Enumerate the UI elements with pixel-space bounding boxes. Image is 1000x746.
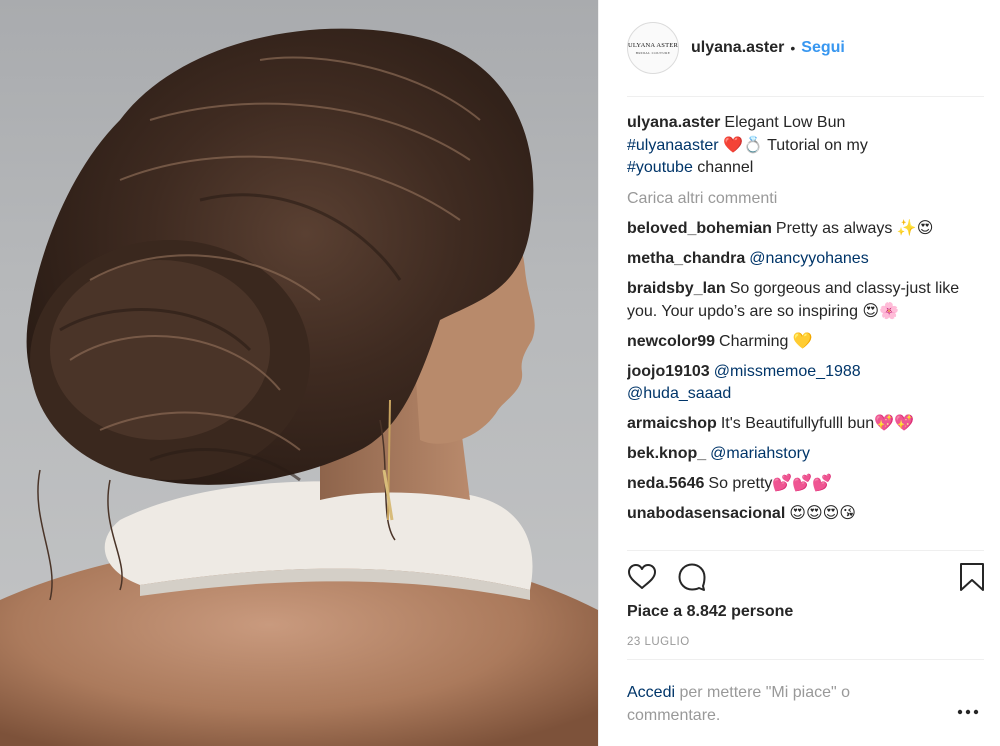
comment-item: bek.knop_ @mariahstory <box>627 443 987 466</box>
comment-username[interactable]: braidsby_lan <box>627 280 726 297</box>
comment-username[interactable]: neda.5646 <box>627 475 704 492</box>
caption-username[interactable]: ulyana.aster <box>627 114 720 131</box>
comments-divider <box>627 550 984 551</box>
login-prompt: Accedi per mettere "Mi piace" o commenta… <box>627 681 927 727</box>
caption-text: Elegant Low Bun <box>724 114 846 131</box>
avatar-brand-text: ULYANA ASTER <box>628 41 678 49</box>
caption-hashtag[interactable]: #ulyanaaster <box>627 137 719 154</box>
comment-username[interactable]: armaicshop <box>627 415 717 432</box>
comment-item: unabodasensacional 😍😍😍😘 <box>627 503 987 526</box>
header-separator: • <box>790 40 796 56</box>
post-photo[interactable] <box>0 0 598 746</box>
header-divider <box>627 96 984 97</box>
login-link[interactable]: Accedi <box>627 684 675 701</box>
comment-item: newcolor99 Charming 💛 <box>627 331 987 354</box>
caption-hashtag[interactable]: #youtube <box>627 159 693 176</box>
comment-username[interactable]: joojo19103 <box>627 363 710 380</box>
comment-item: beloved_bohemian Pretty as always ✨😍 <box>627 218 987 241</box>
comment-text: So pretty💕💕💕 <box>708 475 833 492</box>
comment-username[interactable]: beloved_bohemian <box>627 220 772 237</box>
comment-username[interactable]: bek.knop_ <box>627 445 706 462</box>
post-date: 23 luglio <box>627 636 690 648</box>
comment-item: metha_chandra @nancyyohanes <box>627 248 987 271</box>
post-details-panel: ULYANA ASTER BRIDAL COUTURE ulyana.aster… <box>598 0 1000 746</box>
footer-divider <box>627 659 984 660</box>
comment-username[interactable]: unabodasensacional <box>627 505 785 522</box>
comment-text: Charming 💛 <box>719 332 813 350</box>
likes-count[interactable]: Piace a 8.842 persone <box>627 603 793 621</box>
speech-bubble-icon[interactable] <box>677 562 707 592</box>
comment-text: It's Beautifullyfulll bun💖💖 <box>720 415 915 432</box>
caption-emoji: ❤️💍 <box>723 136 763 154</box>
header-username[interactable]: ulyana.aster <box>691 39 784 57</box>
ellipsis-icon[interactable] <box>956 702 980 722</box>
post-caption: ulyana.aster Elegant Low Bun #ulyanaaster… <box>627 112 987 180</box>
comment-item: braidsby_lan So gorgeous and classy-just … <box>627 278 987 323</box>
comment-mention[interactable]: @missmemoe_1988 <box>714 363 861 380</box>
bookmark-icon[interactable] <box>957 562 987 592</box>
post-image <box>0 28 598 746</box>
post-actions-bar <box>627 562 987 594</box>
comment-text: Pretty as always ✨😍 <box>775 220 934 237</box>
avatar-brand-subtext: BRIDAL COUTURE <box>635 50 671 55</box>
comment-mention[interactable]: @mariahstory <box>710 445 810 462</box>
comment-item: neda.5646 So pretty💕💕💕 <box>627 473 987 496</box>
comment-item: armaicshop It's Beautifullyfulll bun💖💖 <box>627 413 987 436</box>
load-more-comments-button[interactable]: Carica altri commenti <box>627 188 987 211</box>
heart-icon[interactable] <box>627 562 657 592</box>
caption-text: channel <box>692 159 754 176</box>
comment-text: 😍😍😍😘 <box>789 505 856 522</box>
comment-item: joojo19103 @missmemoe_1988 @huda_saaad <box>627 361 987 406</box>
post-header: ULYANA ASTER BRIDAL COUTURE ulyana.aster… <box>599 0 1000 96</box>
comment-username[interactable]: newcolor99 <box>627 333 715 350</box>
avatar[interactable]: ULYANA ASTER BRIDAL COUTURE <box>627 22 679 74</box>
follow-button[interactable]: Segui <box>801 39 845 57</box>
comment-mention[interactable]: @nancyyohanes <box>749 250 868 267</box>
comment-username[interactable]: metha_chandra <box>627 250 745 267</box>
caption-text: Tutorial on my <box>762 136 868 154</box>
comments-list[interactable]: ulyana.aster Elegant Low Bun #ulyanaaster… <box>627 112 987 550</box>
comment-mention[interactable]: @huda_saaad <box>627 385 731 402</box>
